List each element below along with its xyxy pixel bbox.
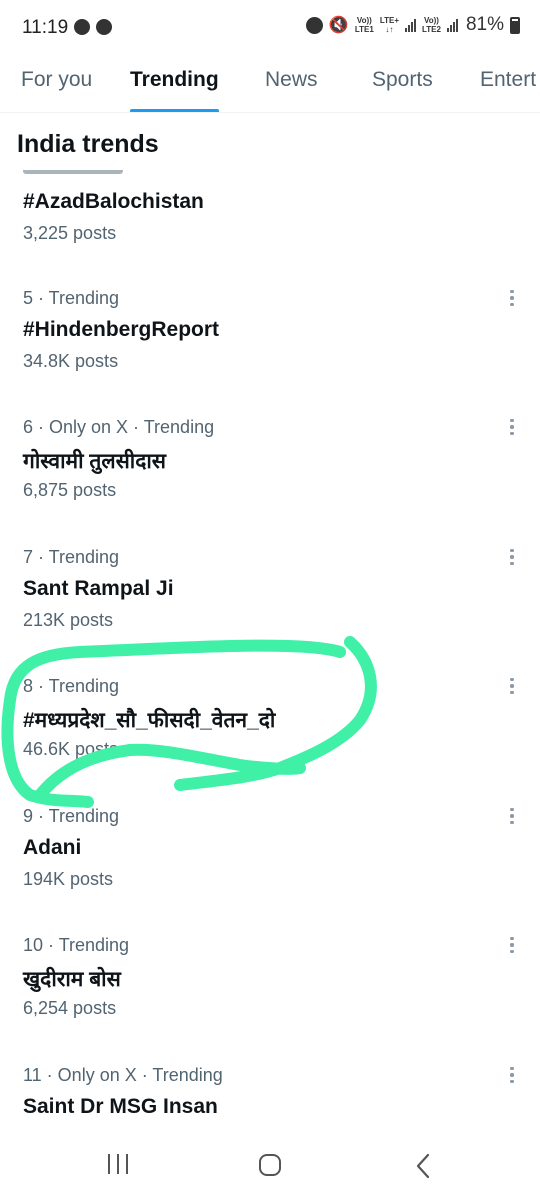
trend-rank-meta: 8 · Trending xyxy=(23,676,120,696)
trend-rank-meta: 9 · Trending xyxy=(23,806,120,826)
system-nav-bar xyxy=(0,1130,540,1200)
trend-row[interactable]: 7 · Trending Sant Rampal Ji 213K posts xyxy=(0,547,540,677)
trend-row[interactable]: 8 · Trending #मध्यप्रदेश_सौ_फीसदी_वेतन_द… xyxy=(0,676,540,806)
recents-icon[interactable] xyxy=(108,1154,128,1174)
trend-row[interactable]: 6 · Only on X · Trending गोस्वामी तुलसीद… xyxy=(0,417,540,547)
tab-news[interactable]: News xyxy=(265,68,318,92)
trend-post-count: 213K posts xyxy=(23,610,114,630)
more-options-icon[interactable] xyxy=(500,804,524,828)
trend-rank-meta: 5 · Trending xyxy=(23,288,120,308)
tab-for-you[interactable]: For you xyxy=(21,68,92,92)
battery-icon xyxy=(510,16,520,34)
trend-name: #AzadBalochistan xyxy=(23,190,204,213)
page-title: India trends xyxy=(17,130,159,158)
trend-post-count: 6,254 posts xyxy=(23,998,117,1018)
battery-percent: 81% xyxy=(465,14,504,35)
trend-rank-meta: 10 · Trending xyxy=(23,935,130,955)
sim1-indicator: Vo)) LTE1 xyxy=(354,16,374,34)
lte-indicator: LTE+ ↓↑ xyxy=(379,16,399,34)
timer-icon xyxy=(74,19,90,35)
tab-trending[interactable]: Trending xyxy=(130,68,219,92)
trend-row[interactable]: 9 · Trending Adani 194K posts xyxy=(0,806,540,936)
mute-icon: 🔇 xyxy=(328,17,349,34)
trend-post-count: 46.6K posts xyxy=(23,739,119,759)
trend-post-count: 3,225 posts xyxy=(23,223,117,243)
more-options-icon[interactable] xyxy=(500,286,524,310)
more-options-icon[interactable] xyxy=(500,674,524,698)
more-options-icon[interactable] xyxy=(500,415,524,439)
trend-name: Adani xyxy=(23,836,82,859)
active-tab-indicator xyxy=(130,109,219,112)
trend-name: Sant Rampal Ji xyxy=(23,577,174,600)
trend-post-count: 194K posts xyxy=(23,869,114,889)
trend-row[interactable]: 5 · Trending #HindenbergReport 34.8K pos… xyxy=(0,288,540,418)
whatsapp-icon xyxy=(96,19,112,35)
trend-name: गोस्वामी तुलसीदास xyxy=(23,450,167,473)
signal-icon xyxy=(446,18,458,32)
signal-icon xyxy=(405,18,416,32)
back-icon[interactable] xyxy=(414,1152,432,1180)
trend-name: #मध्यप्रदेश_सौ_फीसदी_वेतन_दो xyxy=(23,709,276,732)
sim2-indicator: Vo)) LTE2 xyxy=(422,16,441,34)
more-options-icon[interactable] xyxy=(500,1063,524,1087)
tab-sports[interactable]: Sports xyxy=(372,68,433,92)
trend-row[interactable]: 10 · Trending खुदीराम बोस 6,254 posts xyxy=(0,935,540,1065)
trend-name: Saint Dr MSG Insan xyxy=(23,1095,218,1118)
tab-entertainment[interactable]: Entert xyxy=(480,68,536,92)
trend-rank-meta: 11 · Only on X · Trending xyxy=(23,1065,223,1085)
trend-rank-meta: 6 · Only on X · Trending xyxy=(23,417,215,437)
alarm-icon xyxy=(305,16,323,34)
home-icon[interactable] xyxy=(259,1154,281,1176)
status-bar: 11:19 🔇 Vo)) LTE1 LTE+ ↓↑ Vo)) LTE2 81% xyxy=(0,0,540,56)
trend-name: खुदीराम बोस xyxy=(23,968,121,991)
explore-tabs: For you Trending News Sports Entert xyxy=(0,56,540,113)
status-time: 11:19 xyxy=(22,17,69,38)
trend-post-count: 34.8K posts xyxy=(23,351,119,371)
more-options-icon[interactable] xyxy=(500,545,524,569)
more-options-icon[interactable] xyxy=(500,933,524,957)
trend-rank-meta: 7 · Trending xyxy=(23,547,120,567)
trend-row[interactable]: #AzadBalochistan 3,225 posts xyxy=(0,170,540,300)
trend-name: #HindenbergReport xyxy=(23,318,220,341)
trend-post-count: 6,875 posts xyxy=(23,480,117,500)
